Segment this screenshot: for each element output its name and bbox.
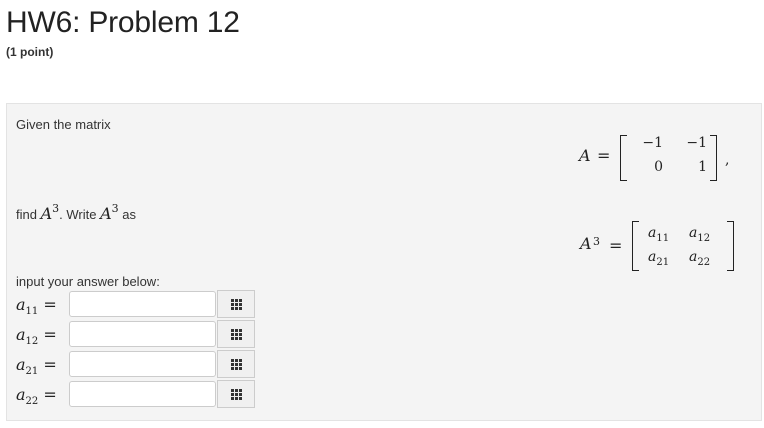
- page-title: HW6: Problem 12: [6, 6, 240, 39]
- matrix-a3-cell-11: a11: [648, 225, 670, 244]
- answer-label-a11: a11 =: [16, 295, 57, 317]
- write-matrix-name: A: [100, 204, 112, 223]
- write-text: . Write: [59, 207, 97, 222]
- matrix-a-cell-11: −1: [642, 135, 663, 151]
- answer-label-a21: a21 =: [16, 355, 57, 377]
- find-matrix-name: A: [40, 204, 53, 223]
- matrix-a-equals: =: [597, 146, 611, 165]
- write-matrix-exp: 3: [111, 202, 119, 215]
- grid-icon: [230, 298, 242, 310]
- grid-icon: [230, 328, 242, 340]
- equation-editor-button-a22[interactable]: [217, 380, 255, 408]
- matrix-a3-exp: 3: [593, 235, 600, 248]
- matrix-a3-left-bracket: [632, 221, 639, 271]
- equation-editor-button-a21[interactable]: [217, 350, 255, 378]
- matrix-a-name: A: [579, 146, 591, 165]
- matrix-a3-cell-12: a12: [689, 225, 711, 244]
- grid-icon: [230, 388, 242, 400]
- matrix-a3-cell-21: a21: [648, 249, 670, 268]
- matrix-a-cell-21: 0: [654, 159, 663, 175]
- points-label: (1 point): [6, 45, 54, 59]
- matrix-a-right-bracket: [710, 135, 717, 181]
- given-text: Given the matrix: [16, 117, 111, 132]
- matrix-a-left-bracket: [620, 135, 627, 181]
- matrix-a3-name: A: [580, 234, 592, 253]
- matrix-a3-cell-22: a22: [689, 249, 711, 268]
- input-instruction: input your answer below:: [16, 274, 160, 289]
- find-matrix-exp: 3: [52, 202, 60, 215]
- problem-panel: Given the matrix A = −1 −1 0 1 , find A3…: [6, 103, 762, 421]
- matrix-a-comma: ,: [725, 152, 730, 168]
- answer-input-a22[interactable]: [69, 381, 216, 407]
- answer-input-a12[interactable]: [69, 321, 216, 347]
- matrix-a3-right-bracket: [727, 221, 734, 271]
- answer-label-a22: a22 =: [16, 385, 57, 407]
- matrix-a-cell-22: 1: [698, 159, 707, 175]
- answer-input-a21[interactable]: [69, 351, 216, 377]
- answer-label-a12: a12 =: [16, 325, 57, 347]
- find-sentence: find A3. Write A3 as: [16, 202, 137, 223]
- answer-input-a11[interactable]: [69, 291, 216, 317]
- matrix-a3-equals: =: [609, 236, 623, 255]
- grid-icon: [230, 358, 242, 370]
- equation-editor-button-a12[interactable]: [217, 320, 255, 348]
- find-text: find: [16, 207, 37, 222]
- matrix-a-cell-12: −1: [686, 135, 707, 151]
- as-text: as: [122, 207, 137, 222]
- equation-editor-button-a11[interactable]: [217, 290, 255, 318]
